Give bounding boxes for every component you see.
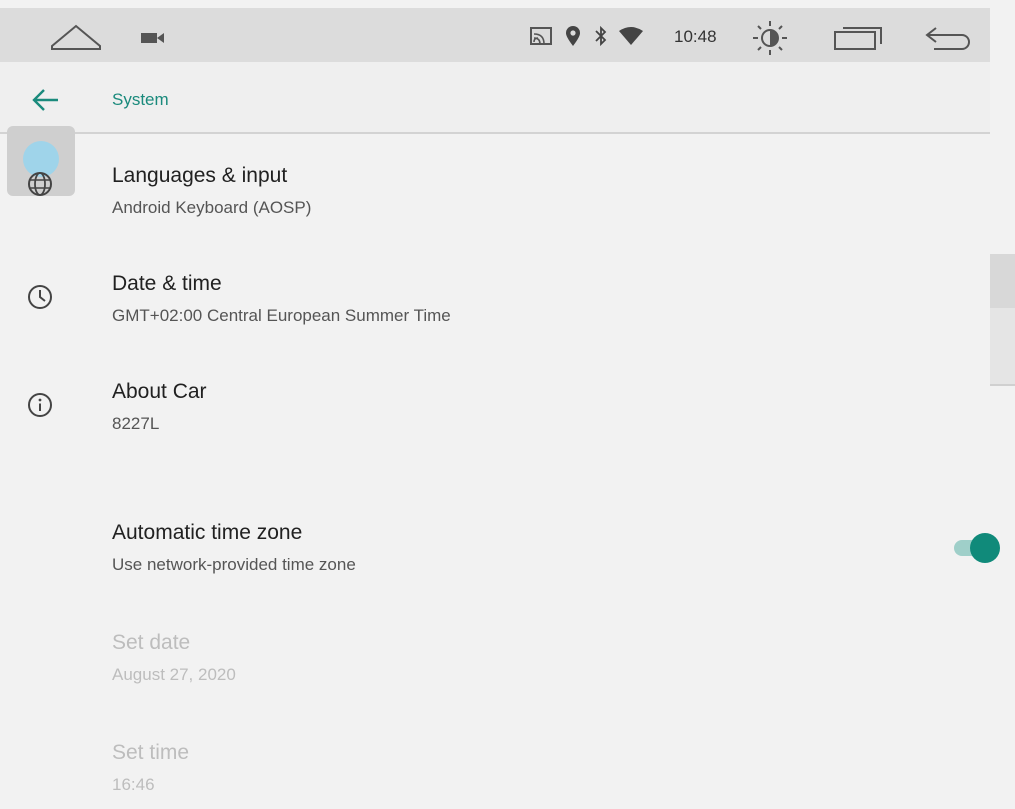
recent-apps-icon[interactable] [833,25,885,51]
back-nav-icon[interactable] [924,24,974,52]
settings-item-about-car[interactable]: About Car 8227L [0,350,990,458]
status-bar: 10:48 [0,8,990,62]
status-time: 10:48 [674,27,717,46]
page-title: System [112,90,169,109]
home-icon[interactable] [50,22,102,52]
globe-icon [28,172,52,196]
settings-item-summary: Use network-provided time zone [112,555,356,574]
settings-item-title: Set date [112,631,191,654]
bluetooth-icon [595,25,607,47]
settings-item-title: Date & time [112,272,222,295]
settings-item-automatic-time-zone[interactable]: Automatic time zone Use network-provided… [0,490,990,598]
settings-item-summary: 8227L [112,414,160,433]
settings-item-set-date: Set date August 27, 2020 [0,600,990,708]
settings-item-summary: 16:46 [112,775,155,794]
settings-item-title: Automatic time zone [112,521,303,544]
cast-icon [530,27,552,45]
location-icon [566,26,580,46]
wifi-icon [619,27,643,45]
clock-icon [28,285,52,309]
toggle-thumb [970,533,1000,563]
settings-item-languages[interactable]: Languages & input Android Keyboard (AOSP… [0,134,990,242]
settings-item-set-time: Set time 16:46 [0,710,990,809]
back-arrow-icon[interactable] [30,84,62,116]
settings-item-summary: August 27, 2020 [112,665,236,684]
brightness-icon[interactable] [750,20,790,56]
automatic-time-zone-toggle[interactable] [952,531,1004,565]
settings-item-summary: Android Keyboard (AOSP) [112,198,312,217]
info-icon [28,393,52,417]
settings-item-summary: GMT+02:00 Central European Summer Time [112,306,451,325]
side-panel-header [990,254,1015,308]
settings-item-title: Set time [112,741,190,764]
settings-item-date-time[interactable]: Date & time GMT+02:00 Central European S… [0,242,990,350]
settings-item-title: Languages & input [112,164,288,187]
app-header: System [0,62,990,134]
settings-item-title: About Car [112,380,207,403]
camera-icon [141,33,164,43]
